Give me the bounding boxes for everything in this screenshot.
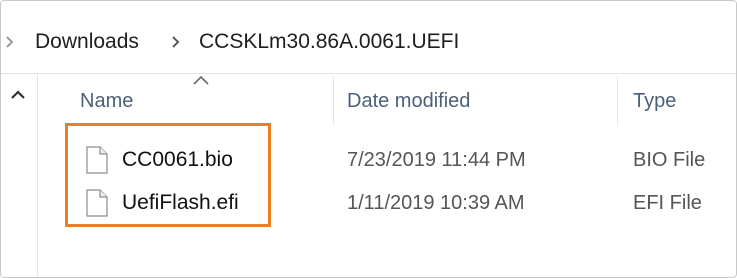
breadcrumb-item-downloads[interactable]: Downloads bbox=[35, 25, 139, 59]
address-bar[interactable]: Downloads CCSKLm30.86A.0061.UEFI bbox=[1, 1, 736, 74]
file-date-modified: 1/11/2019 10:39 AM bbox=[347, 192, 525, 214]
breadcrumb-item-folder[interactable]: CCSKLm30.86A.0061.UEFI bbox=[199, 25, 459, 59]
file-date-modified: 7/23/2019 11:44 PM bbox=[347, 149, 526, 171]
file-type: EFI File bbox=[633, 192, 702, 214]
chevron-up-icon[interactable] bbox=[9, 86, 27, 104]
column-header-date-modified[interactable]: Date modified bbox=[334, 74, 617, 126]
file-explorer-window: Downloads CCSKLm30.86A.0061.UEFI Name Da… bbox=[0, 0, 737, 278]
chevron-right-icon[interactable] bbox=[3, 27, 17, 57]
column-header-label: Name bbox=[80, 90, 134, 112]
blank-file-icon bbox=[86, 146, 108, 174]
file-row-cc0061-bio[interactable]: CC0061.bio 7/23/2019 11:44 PM BIO File bbox=[81, 139, 736, 181]
file-row-uefiflash-efi[interactable]: UefiFlash.efi 1/11/2019 10:39 AM EFI Fil… bbox=[81, 182, 736, 224]
chevron-right-icon[interactable] bbox=[169, 25, 183, 59]
column-header-label: Type bbox=[633, 90, 677, 112]
blank-file-icon bbox=[86, 189, 108, 217]
file-name: UefiFlash.efi bbox=[122, 191, 239, 214]
file-type: BIO File bbox=[633, 149, 706, 171]
file-name: CC0061.bio bbox=[122, 148, 233, 171]
navigation-pane bbox=[1, 74, 38, 277]
column-header-type[interactable]: Type bbox=[618, 74, 736, 126]
column-header-name[interactable]: Name bbox=[37, 74, 333, 126]
column-header-label: Date modified bbox=[347, 90, 471, 112]
